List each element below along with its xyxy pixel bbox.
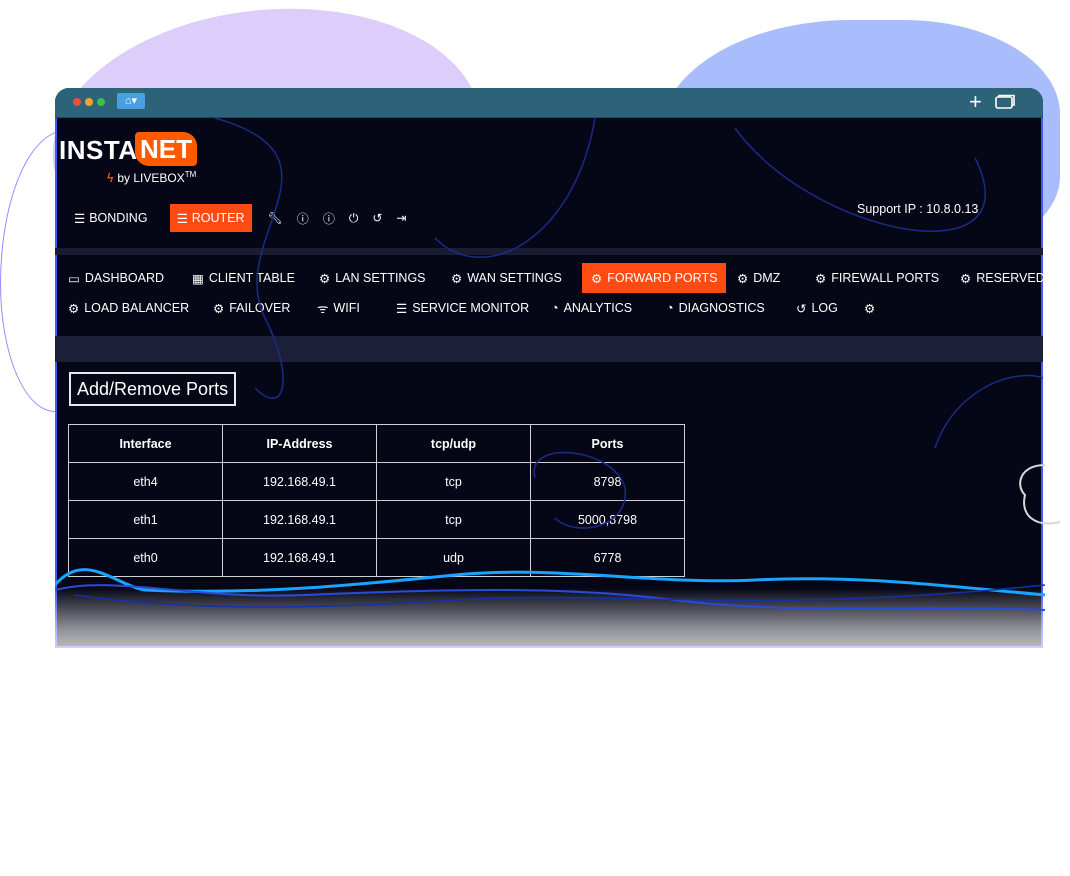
decorative-ring xyxy=(1019,464,1061,525)
decorative-wave xyxy=(55,568,1045,611)
plus-icon[interactable]: + xyxy=(969,89,982,115)
title-bar: ⌂▾ + xyxy=(55,88,1043,118)
tabs-icon[interactable] xyxy=(995,94,1015,109)
home-button[interactable]: ⌂▾ xyxy=(117,93,145,109)
maximize-window-button[interactable] xyxy=(97,98,105,106)
minimize-window-button[interactable] xyxy=(85,98,93,106)
close-window-button[interactable] xyxy=(73,98,81,106)
home-icon: ⌂▾ xyxy=(124,95,138,107)
